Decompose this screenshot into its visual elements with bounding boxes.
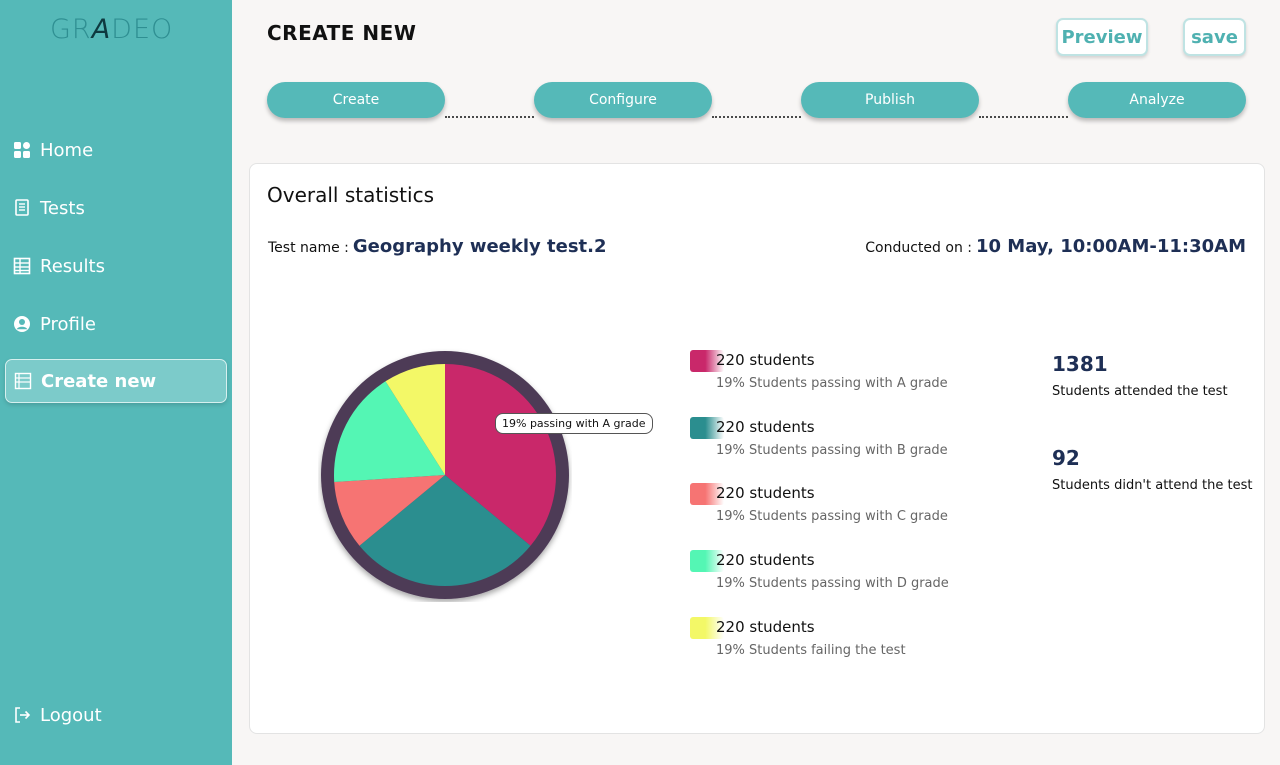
legend-item: 220 students 19% Students passing with A … [690,350,990,394]
sidebar-item-create-new[interactable]: Create new [5,359,227,403]
test-name-value: Geography weekly test.2 [352,236,607,257]
legend-item: 220 students 19% Students passing with D … [690,550,990,594]
stat-label: Students attended the test [1052,384,1228,399]
legend-count: 220 students [716,551,815,570]
step-connector [979,116,1068,118]
sidebar: GRADEO Home Tests Results Profile Create… [0,0,232,765]
card-title: Overall statistics [267,183,434,207]
step-connector [445,116,534,118]
legend-description: 19% Students passing with C grade [716,509,948,525]
logout-icon [12,705,32,725]
legend-description: 19% Students passing with D grade [716,576,949,592]
sidebar-item-label: Results [40,255,105,277]
legend-count: 220 students [716,351,815,369]
conducted-value: 10 May, 10:00AM-11:30AM [975,236,1246,257]
sidebar-item-label: Profile [40,313,96,335]
legend-description: 19% Students passing with A grade [716,376,948,391]
stat-value: 1381 [1052,352,1108,376]
pie-chart-svg [321,351,569,599]
pie-tooltip: 19% passing with A grade [495,413,653,434]
table-icon [12,256,32,276]
sidebar-item-label: Tests [40,197,85,219]
stat-not-attended: 92 Students didn't attend the test [1052,446,1262,493]
step-publish[interactable]: Publish [801,82,979,118]
legend-item: 220 students 19% Students passing with C … [690,483,990,527]
legend-item: 220 students 19% Students passing with B … [690,416,990,461]
step-configure[interactable]: Configure [534,82,712,118]
grid-icon [12,140,32,160]
legend-description: 19% Students passing with B grade [716,442,948,458]
app-logo: GRADEO [50,14,174,45]
page-title: CREATE NEW [267,21,417,45]
test-name-label: Test name : [268,240,349,256]
conducted-row: Conducted on : 10 May, 10:00AM-11:30AM [865,236,1246,257]
step-connector [712,116,801,118]
preview-button[interactable]: Preview [1056,18,1148,56]
user-circle-icon [12,314,32,334]
sidebar-item-results[interactable]: Results [12,246,226,286]
step-analyze[interactable]: Analyze [1068,82,1246,118]
stat-value: 92 [1052,446,1080,470]
stat-attended: 1381 Students attended the test [1052,352,1262,399]
sidebar-item-label: Home [40,139,94,161]
logout-button[interactable]: Logout [12,695,226,735]
test-name-row: Test name : Geography weekly test.2 [268,236,607,257]
save-button[interactable]: save [1183,18,1246,56]
document-icon [12,198,32,218]
legend-count: 220 students [716,417,815,436]
legend-count: 220 students [716,617,815,636]
sidebar-item-label: Create new [41,370,157,392]
legend-description: 19% Students failing the test [716,642,906,658]
list-icon [13,371,33,391]
sidebar-item-tests[interactable]: Tests [12,188,226,228]
logout-label: Logout [40,704,102,726]
sidebar-item-home[interactable]: Home [12,130,226,170]
legend-count: 220 students [716,484,815,503]
conducted-label: Conducted on : [865,240,972,256]
legend-item: 220 students 19% Students failing the tes… [690,616,990,661]
step-create[interactable]: Create [267,82,445,118]
stat-label: Students didn't attend the test [1052,478,1253,493]
sidebar-item-profile[interactable]: Profile [12,304,226,344]
pie-chart [318,348,572,602]
